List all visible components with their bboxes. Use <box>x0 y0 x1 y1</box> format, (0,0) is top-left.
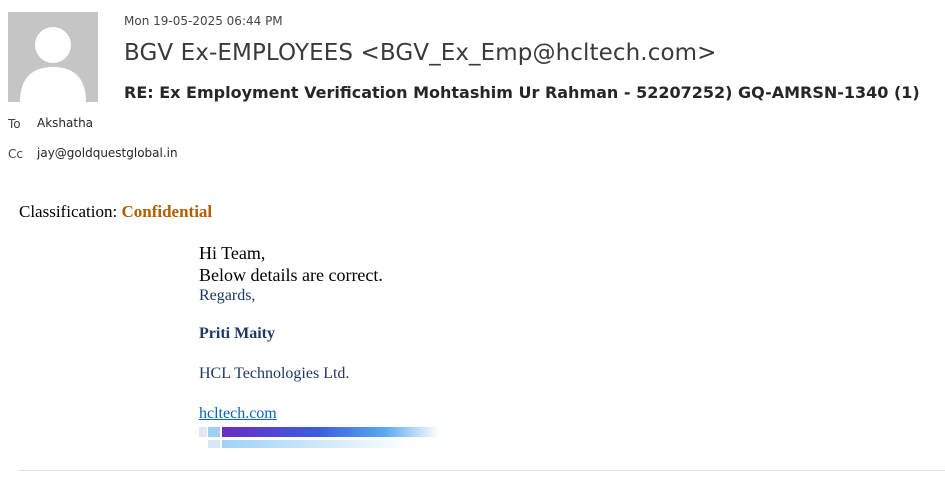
sender-avatar <box>8 12 98 102</box>
person-silhouette-icon <box>8 12 98 102</box>
signature-company: HCL Technologies Ltd. <box>199 365 350 382</box>
hcltech-gradient-bar-icon <box>199 427 439 448</box>
message-divider <box>19 470 945 471</box>
to-recipient[interactable]: Akshatha <box>37 116 93 130</box>
cc-label: Cc <box>8 147 23 161</box>
classification-value: Confidential <box>121 202 213 221</box>
signature-name: Priti Maity <box>199 325 275 342</box>
cc-recipient[interactable]: jay@goldquestglobal.in <box>37 146 178 160</box>
message-date: Mon 19-05-2025 06:44 PM <box>124 14 283 28</box>
website-link[interactable]: hcltech.com <box>199 405 277 423</box>
body-line: Below details are correct. <box>199 265 383 285</box>
regards-text: Regards, <box>199 287 256 304</box>
classification-line: Classification: Confidential <box>19 202 212 222</box>
classification-label: Classification: <box>19 202 122 221</box>
message-subject: RE: Ex Employment Verification Mohtashim… <box>124 83 920 102</box>
sender-address[interactable]: BGV Ex-EMPLOYEES <BGV_Ex_Emp@hcltech.com… <box>124 40 717 66</box>
greeting-text: Hi Team, <box>199 243 266 263</box>
to-label: To <box>8 117 21 131</box>
hcltech-logo-bar <box>199 425 439 449</box>
